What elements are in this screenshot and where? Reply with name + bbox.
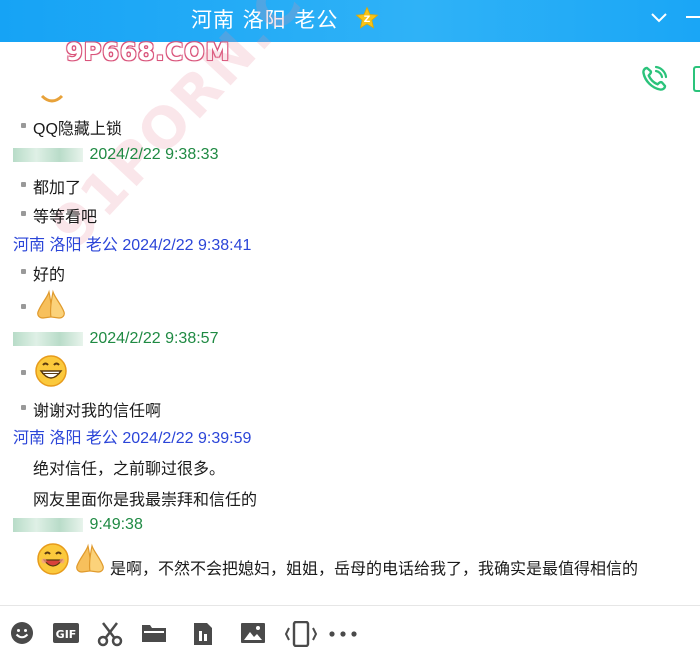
folder-icon[interactable] [141,621,167,645]
bullet [21,405,26,410]
chat-messages: QQ隐藏上锁 2024/2/22 9:38:33 都加了 等等看吧 河南 洛阳 … [0,90,700,605]
message-time: 2024/2/22 9:39:59 [122,430,252,447]
message-meta: 2024/2/22 9:38:57 [13,330,218,348]
scissors-icon[interactable] [97,621,123,647]
praying-hands-emoji-icon [76,543,104,573]
title-bar: 河南 洛阳 老公 Z [0,0,700,42]
shake-icon[interactable] [284,621,318,647]
message-text: 都加了 [33,180,82,197]
message-text: 网友里面你是我最崇拜和信任的 [33,492,258,509]
phone-call-icon[interactable] [640,65,668,93]
bullet [21,304,26,309]
emoji-icon[interactable] [10,621,34,645]
sender-name[interactable]: 河南 洛阳 老公 [13,237,118,254]
message-time: 2024/2/22 9:38:57 [89,330,219,347]
message-text: 是啊，不然不会把媳妇，姐姐，岳母的电话给我了，我确实是最值得相信的 [110,561,639,578]
sender-name[interactable]: 河南 洛阳 老公 [13,430,118,447]
side-panel-icon[interactable] [693,66,700,92]
message-row [0,288,700,322]
message-text: 等等看吧 [33,209,98,226]
message-meta: 河南 洛阳 老公 2024/2/22 9:38:41 [13,231,251,255]
message-text: 谢谢对我的信任啊 [33,403,162,420]
message-time: 9:49:38 [89,516,143,533]
laughing-emoji-icon [37,543,69,575]
blurred-sender-name [13,331,83,346]
input-toolbar: GIF [0,605,700,651]
message-row [0,353,700,389]
chevron-down-icon[interactable] [650,11,668,25]
message-text: QQ隐藏上锁 [33,121,122,138]
message-text: 绝对信任，之前聊过很多。 [33,461,226,478]
bullet [21,211,26,216]
image-icon[interactable] [240,621,266,645]
svg-text:Z: Z [364,15,371,25]
file-icon[interactable] [191,621,215,647]
gif-icon[interactable]: GIF [53,621,79,645]
partial-emoji-icon [40,94,64,103]
blurred-sender-name [13,517,83,532]
message-meta: 2024/2/22 9:38:33 [13,146,218,164]
message-row: QQ隐藏上锁 [0,115,700,138]
svg-text:GIF: GIF [56,628,77,641]
bullet [21,269,26,274]
grinning-emoji-icon [35,355,67,387]
message-time: 2024/2/22 9:38:41 [122,237,252,254]
praying-hands-emoji-icon [37,289,65,319]
message-row: 是啊，不然不会把媳妇，姐姐，岳母的电话给我了，我确实是最值得相信的 [0,540,700,578]
message-text: 好的 [33,267,66,284]
minimize-icon[interactable] [686,16,700,18]
blurred-sender-name [13,147,83,162]
message-meta: 9:49:38 [13,516,143,534]
bullet [21,182,26,187]
message-meta: 河南 洛阳 老公 2024/2/22 9:39:59 [13,424,251,448]
bullet [21,370,26,375]
vip-star-icon: Z [355,6,379,29]
message-time: 2024/2/22 9:38:33 [89,146,219,163]
more-icon[interactable] [328,621,358,647]
bullet [21,123,26,128]
